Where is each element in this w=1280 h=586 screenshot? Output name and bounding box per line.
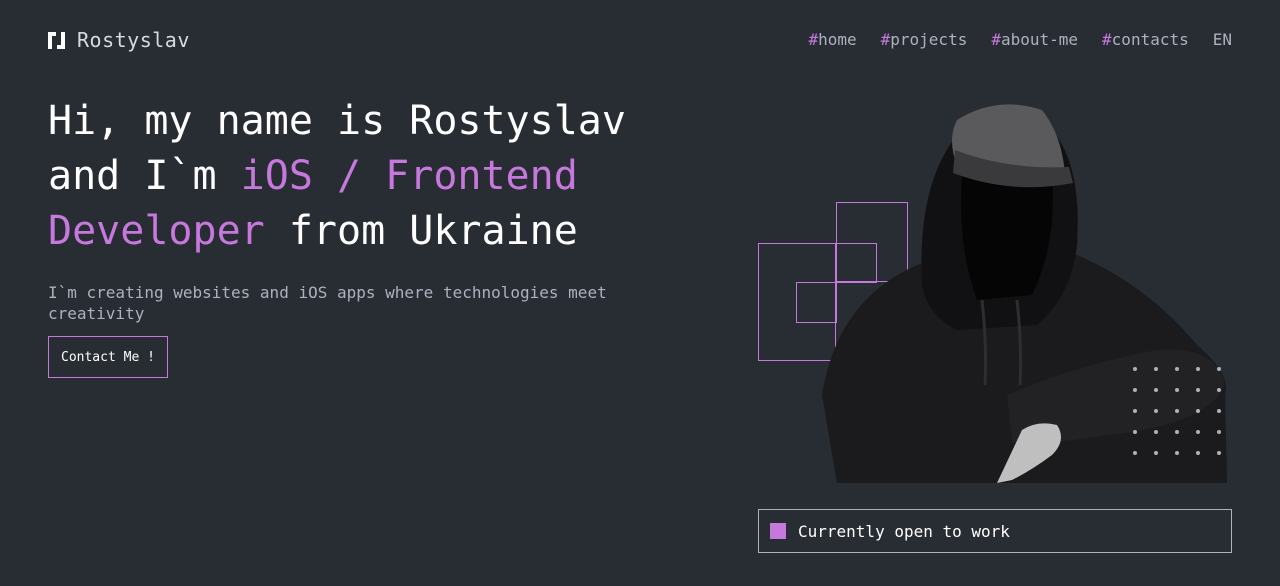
nav-projects[interactable]: #projects xyxy=(881,30,968,49)
hero-title: Hi, my name is Rostyslav and I`m iOS / F… xyxy=(48,98,626,254)
nav-about-me[interactable]: #about-me xyxy=(991,30,1078,49)
logo[interactable]: Rostyslav xyxy=(48,28,190,52)
language-switcher[interactable]: EN xyxy=(1213,30,1232,49)
nav-contacts[interactable]: #contacts xyxy=(1102,30,1189,49)
nav-home[interactable]: #home xyxy=(808,30,856,49)
main-nav: #home #projects #about-me #contacts EN xyxy=(808,30,1232,49)
hero-visual xyxy=(755,95,1235,485)
status-indicator xyxy=(770,523,786,539)
status-text: Currently open to work xyxy=(798,521,1010,541)
logo-text: Rostyslav xyxy=(77,28,190,52)
logo-icon xyxy=(48,31,65,49)
status-badge: Currently open to work xyxy=(758,509,1232,553)
contact-me-button[interactable]: Contact Me ! xyxy=(48,336,168,378)
decor-dots xyxy=(1133,367,1221,455)
hero-subtitle: I`m creating websites and iOS apps where… xyxy=(48,283,607,323)
